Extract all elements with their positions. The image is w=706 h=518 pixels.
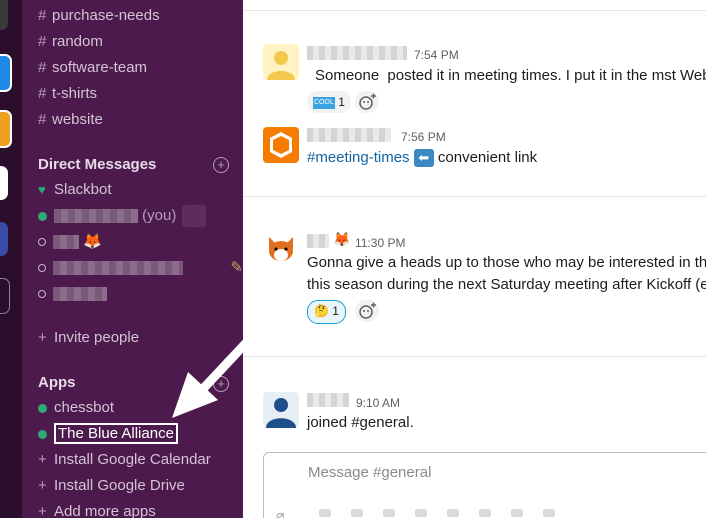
online-status-icon bbox=[38, 403, 47, 413]
away-status-icon bbox=[38, 290, 46, 299]
apps-section-header[interactable]: Apps bbox=[38, 374, 76, 391]
bold-icon[interactable] bbox=[319, 509, 331, 517]
italic-icon[interactable] bbox=[351, 509, 363, 517]
redacted-name bbox=[53, 235, 79, 250]
workspace-rail bbox=[0, 0, 22, 518]
cool-emoji-icon: COOL bbox=[313, 96, 335, 109]
message-timestamp[interactable]: 7:56 PM bbox=[401, 130, 446, 144]
invite-people-link[interactable]: + Invite people bbox=[38, 327, 139, 349]
add-reaction-icon[interactable] bbox=[355, 300, 379, 322]
strikethrough-icon[interactable] bbox=[383, 509, 395, 517]
hexagon-logo-icon bbox=[270, 132, 292, 158]
reaction-pill[interactable]: 🤔 1 bbox=[307, 300, 346, 324]
redacted-username[interactable] bbox=[307, 234, 329, 248]
hash-icon: # bbox=[38, 85, 47, 102]
add-workspace-button[interactable] bbox=[0, 278, 10, 314]
redacted-name bbox=[53, 287, 107, 302]
redacted-name bbox=[53, 261, 183, 276]
message-text-line: this season during the next Saturday mee… bbox=[307, 276, 706, 293]
workspace-icon[interactable] bbox=[0, 110, 12, 148]
user-avatar[interactable] bbox=[263, 44, 299, 80]
person-icon bbox=[266, 398, 296, 428]
dm-item[interactable]: ✎ bbox=[38, 257, 243, 279]
you-label: (you) bbox=[142, 207, 177, 224]
channel-item[interactable]: # software-team bbox=[38, 57, 147, 79]
block-quote-icon[interactable] bbox=[543, 509, 555, 517]
name-overlay-label: Someone bbox=[311, 67, 384, 84]
highlight-box: The Blue Alliance bbox=[54, 423, 178, 444]
reaction-pill[interactable]: COOL 1 bbox=[307, 91, 351, 113]
workspace-icon[interactable] bbox=[0, 166, 8, 200]
dm-item[interactable] bbox=[38, 283, 107, 305]
divider bbox=[243, 356, 706, 357]
dm-section-header[interactable]: Direct Messages bbox=[38, 156, 156, 173]
message-timestamp[interactable]: 11:30 PM bbox=[355, 236, 405, 250]
thinking-emoji-icon: 🤔 bbox=[314, 304, 329, 318]
plus-icon: + bbox=[38, 503, 47, 518]
user-avatar[interactable] bbox=[263, 392, 299, 428]
code-icon[interactable] bbox=[415, 509, 427, 517]
add-more-apps-link[interactable]: + Add more apps bbox=[38, 501, 156, 518]
fox-emoji-icon: 🦊 bbox=[333, 231, 351, 247]
fox-icon bbox=[269, 237, 293, 261]
link-icon[interactable] bbox=[447, 509, 459, 517]
app-item-the-blue-alliance[interactable]: The Blue Alliance bbox=[38, 423, 178, 445]
redacted-name bbox=[54, 209, 138, 224]
bot-avatar[interactable] bbox=[263, 127, 299, 163]
add-app-icon[interactable]: + bbox=[213, 376, 229, 392]
channel-item[interactable]: # purchase-needs bbox=[38, 5, 160, 27]
hash-icon: # bbox=[38, 33, 47, 50]
channel-link[interactable]: #meeting-times bbox=[307, 149, 410, 166]
bulleted-list-icon[interactable] bbox=[511, 509, 523, 517]
add-reaction-icon[interactable] bbox=[355, 91, 379, 113]
online-status-icon bbox=[38, 211, 47, 221]
pencil-icon: ✎ bbox=[230, 259, 243, 276]
attachment-icon[interactable]: ⌀ bbox=[276, 507, 284, 518]
person-icon bbox=[267, 51, 295, 80]
plus-icon: + bbox=[38, 329, 47, 346]
app-item-chessbot[interactable]: chessbot bbox=[38, 397, 114, 419]
plus-icon: + bbox=[38, 451, 47, 468]
away-status-icon bbox=[38, 238, 46, 247]
hash-icon: # bbox=[38, 7, 47, 24]
message-text: joined #general. bbox=[307, 414, 414, 431]
status-emoji-slot bbox=[182, 205, 207, 228]
ordered-list-icon[interactable] bbox=[479, 509, 491, 517]
message-timestamp[interactable]: 7:54 PM bbox=[414, 48, 459, 62]
install-google-drive-link[interactable]: + Install Google Drive bbox=[38, 475, 185, 497]
redacted-username[interactable] bbox=[307, 46, 407, 60]
away-status-icon bbox=[38, 264, 46, 273]
sidebar: # purchase-needs # random # software-team #… bbox=[22, 0, 243, 518]
message-pane: 7:54 PM Someone posted it in meeting tim… bbox=[243, 0, 706, 518]
message-composer: ⌀ bbox=[263, 452, 706, 518]
add-dm-icon[interactable]: + bbox=[213, 157, 229, 173]
online-status-icon bbox=[38, 429, 47, 439]
redacted-username[interactable] bbox=[307, 393, 349, 407]
message-text: #meeting-times ⬅ convenient link bbox=[307, 149, 538, 168]
fox-avatar[interactable] bbox=[263, 231, 299, 267]
fox-emoji-icon: 🦊 bbox=[83, 233, 102, 250]
message-timestamp[interactable]: 9:10 AM bbox=[356, 396, 400, 410]
hash-icon: # bbox=[38, 59, 47, 76]
dm-item-self[interactable]: (you) bbox=[38, 205, 207, 228]
divider bbox=[243, 10, 706, 11]
dm-item[interactable]: 🦊 bbox=[38, 231, 102, 253]
channel-item[interactable]: # random bbox=[38, 31, 103, 53]
dm-item-slackbot[interactable]: ♥ Slackbot bbox=[38, 179, 112, 201]
message-text-line: Gonna give a heads up to those who may b… bbox=[307, 254, 706, 271]
left-arrow-emoji-icon: ⬅ bbox=[413, 149, 434, 168]
workspace-icon[interactable] bbox=[0, 222, 8, 256]
message-input[interactable] bbox=[306, 463, 706, 482]
plus-icon: + bbox=[38, 477, 47, 494]
message-text: Someone posted it in meeting times. I pu… bbox=[307, 67, 706, 84]
redacted-username[interactable] bbox=[307, 128, 391, 142]
channel-item[interactable]: # t-shirts bbox=[38, 83, 97, 105]
hash-icon: # bbox=[38, 111, 47, 128]
channel-item[interactable]: # website bbox=[38, 109, 103, 131]
divider bbox=[243, 196, 706, 197]
workspace-icon[interactable] bbox=[0, 54, 12, 92]
install-google-calendar-link[interactable]: + Install Google Calendar bbox=[38, 449, 211, 471]
heart-icon: ♥ bbox=[38, 182, 46, 197]
workspace-icon[interactable] bbox=[0, 0, 8, 30]
